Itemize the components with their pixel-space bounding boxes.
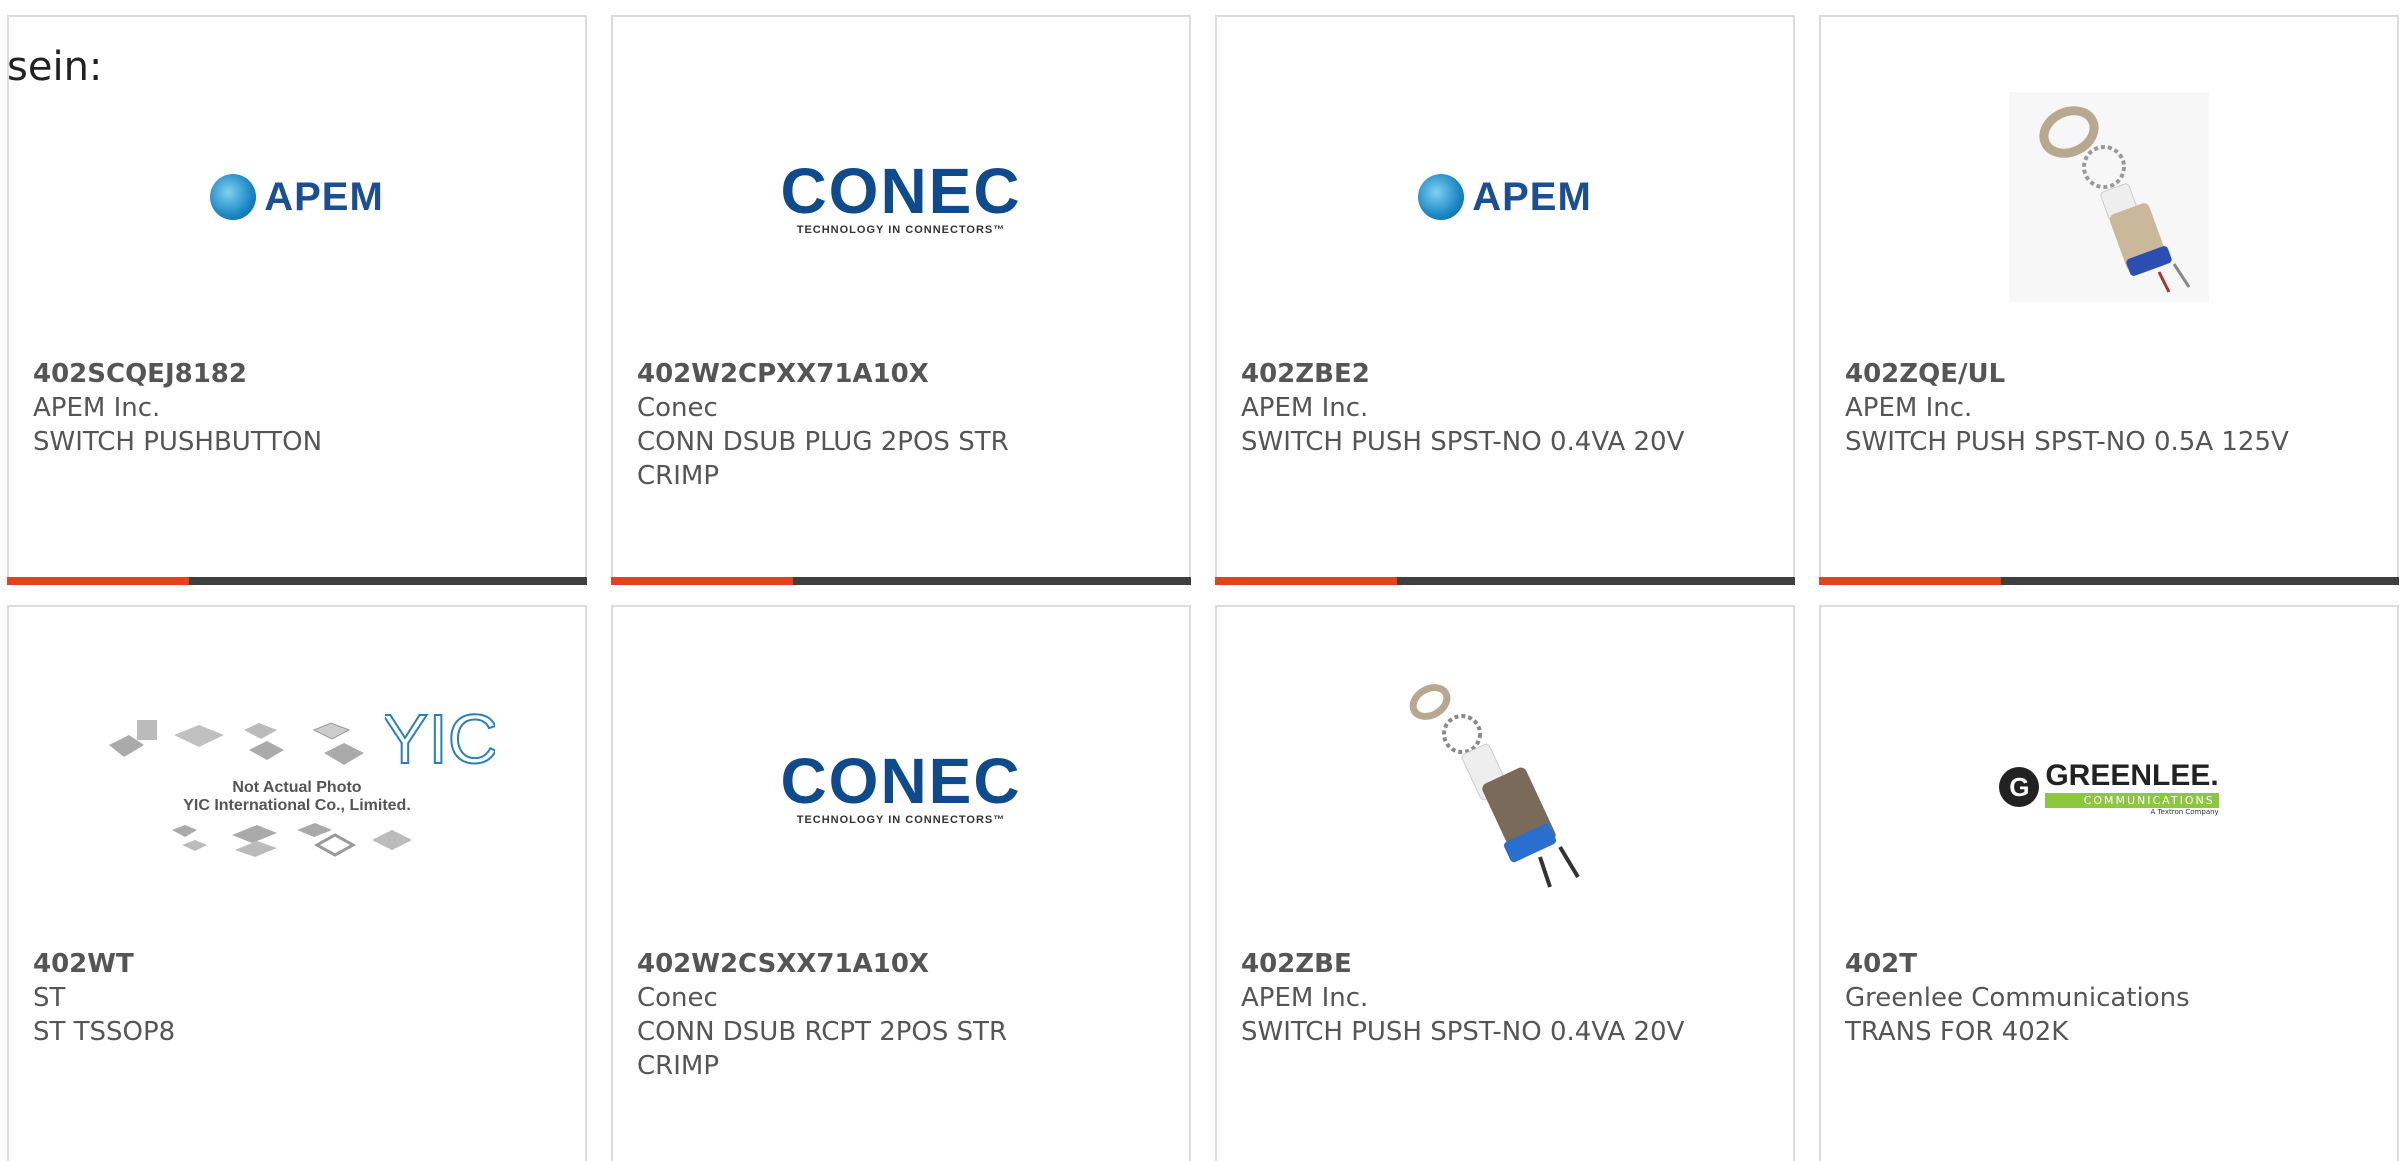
accent-bar	[7, 577, 189, 585]
product-info: 402W2CPXX71A10X Conec CONN DSUB PLUG 2PO…	[637, 357, 1165, 493]
greenlee-g-icon: G	[1999, 767, 2040, 807]
logo-subtext: COMMUNICATIONS	[2045, 792, 2219, 808]
product-card[interactable]: 402ZQE/UL APEM Inc. SWITCH PUSH SPST-NO …	[1819, 15, 2399, 585]
part-number[interactable]: 402ZBE2	[1241, 357, 1769, 391]
switch-photo	[2009, 92, 2209, 302]
manufacturer: APEM Inc.	[33, 393, 161, 423]
apem-logo-icon	[1418, 174, 1465, 220]
card-bottom-bar	[611, 577, 1191, 585]
product-image	[1821, 72, 2397, 322]
product-image: YIC Not Actual Photo YIC International C…	[9, 662, 585, 912]
product-grid: APEM 402SCQEJ8182 APEM Inc. SWITCH PUSHB…	[7, 15, 2399, 1161]
product-card[interactable]: G GREENLEE. COMMUNICATIONS A Textron Com…	[1819, 605, 2399, 1161]
product-info: 402WT ST ST TSSOP8	[33, 947, 561, 1049]
apem-logo: APEM	[210, 174, 384, 220]
manufacturer: APEM Inc.	[1845, 393, 1973, 423]
card-bottom-bar	[1215, 577, 1795, 585]
image-caption-1: Not Actual Photo	[232, 779, 362, 796]
logo-text: APEM	[1472, 174, 1592, 219]
description: CONN DSUB RCPT 2POS STR CRIMP	[637, 1017, 1008, 1081]
product-card[interactable]: CONEC TECHNOLOGY IN CONNECTORS™ 402W2CSX…	[611, 605, 1191, 1161]
description: CONN DSUB PLUG 2POS STR CRIMP	[637, 427, 1009, 491]
accent-bar	[611, 577, 793, 585]
logo-tagline: A Textron Company	[2150, 807, 2219, 816]
chip-icons-bottom	[172, 823, 412, 857]
switch-photo	[1409, 684, 1580, 888]
yic-logo: YIC	[380, 699, 499, 779]
product-image: APEM	[1217, 72, 1793, 322]
conec-logo: CONEC TECHNOLOGY IN CONNECTORS™	[780, 748, 1021, 826]
product-card[interactable]: YIC Not Actual Photo YIC International C…	[7, 605, 587, 1161]
description: ST TSSOP8	[33, 1017, 176, 1047]
part-number[interactable]: 402T	[1845, 947, 2373, 981]
accent-bar	[1215, 577, 1397, 585]
manufacturer: ST	[33, 983, 66, 1013]
logo-text: GREENLEE.	[2045, 758, 2219, 792]
product-info: 402ZBE2 APEM Inc. SWITCH PUSH SPST-NO 0.…	[1241, 357, 1769, 459]
product-image: CONEC TECHNOLOGY IN CONNECTORS™	[613, 72, 1189, 322]
description: SWITCH PUSH SPST-NO 0.5A 125V	[1845, 427, 2289, 457]
part-number[interactable]: 402WT	[33, 947, 561, 981]
manufacturer: Conec	[637, 393, 718, 423]
manufacturer: APEM Inc.	[1241, 983, 1369, 1013]
manufacturer: Greenlee Communications	[1845, 983, 2190, 1013]
conec-logo: CONEC TECHNOLOGY IN CONNECTORS™	[780, 158, 1021, 236]
logo-subtext: TECHNOLOGY IN CONNECTORS™	[796, 224, 1006, 236]
logo-subtext: TECHNOLOGY IN CONNECTORS™	[796, 814, 1006, 826]
product-image: CONEC TECHNOLOGY IN CONNECTORS™	[613, 662, 1189, 912]
accent-bar	[1819, 577, 2001, 585]
product-card[interactable]: APEM 402ZBE2 APEM Inc. SWITCH PUSH SPST-…	[1215, 15, 1795, 585]
apem-logo-icon	[210, 174, 257, 220]
card-bottom-bar	[7, 577, 587, 585]
part-number[interactable]: 402ZBE	[1241, 947, 1769, 981]
product-info: 402ZBE APEM Inc. SWITCH PUSH SPST-NO 0.4…	[1241, 947, 1769, 1049]
description: SWITCH PUSH SPST-NO 0.4VA 20V	[1241, 427, 1685, 457]
description: TRANS FOR 402K	[1845, 1017, 2069, 1047]
product-image	[1217, 662, 1793, 912]
description: SWITCH PUSHBUTTON	[33, 427, 323, 457]
part-number[interactable]: 402SCQEJ8182	[33, 357, 561, 391]
product-card[interactable]: CONEC TECHNOLOGY IN CONNECTORS™ 402W2CPX…	[611, 15, 1191, 585]
logo-text: APEM	[264, 174, 384, 219]
product-info: 402W2CSXX71A10X Conec CONN DSUB RCPT 2PO…	[637, 947, 1165, 1083]
description: SWITCH PUSH SPST-NO 0.4VA 20V	[1241, 1017, 1685, 1047]
logo-text: CONEC	[780, 745, 1022, 817]
part-number[interactable]: 402W2CSXX71A10X	[637, 947, 1165, 981]
product-image: G GREENLEE. COMMUNICATIONS A Textron Com…	[1821, 662, 2397, 912]
product-card[interactable]: APEM 402SCQEJ8182 APEM Inc. SWITCH PUSHB…	[7, 15, 587, 585]
logo-text: CONEC	[780, 155, 1022, 227]
part-number[interactable]: 402ZQE/UL	[1845, 357, 2373, 391]
chip-icons-top	[109, 720, 365, 765]
card-bottom-bar	[1819, 577, 2399, 585]
page: APEM 402SCQEJ8182 APEM Inc. SWITCH PUSHB…	[0, 0, 2400, 1161]
product-card[interactable]: 402ZBE APEM Inc. SWITCH PUSH SPST-NO 0.4…	[1215, 605, 1795, 1161]
product-image: APEM	[9, 72, 585, 322]
product-info: 402SCQEJ8182 APEM Inc. SWITCH PUSHBUTTON	[33, 357, 561, 459]
manufacturer: APEM Inc.	[1241, 393, 1369, 423]
manufacturer: Conec	[637, 983, 718, 1013]
product-info: 402ZQE/UL APEM Inc. SWITCH PUSH SPST-NO …	[1845, 357, 2373, 459]
svg-text:YIC: YIC	[385, 705, 495, 775]
apem-logo: APEM	[1418, 174, 1592, 220]
prefix-text: sein:	[7, 44, 103, 90]
product-info: 402T Greenlee Communications TRANS FOR 4…	[1845, 947, 2373, 1049]
yic-placeholder-image: YIC Not Actual Photo YIC International C…	[99, 699, 499, 869]
part-number[interactable]: 402W2CPXX71A10X	[637, 357, 1165, 391]
image-caption-2: YIC International Co., Limited.	[183, 797, 411, 814]
greenlee-logo: G GREENLEE. COMMUNICATIONS A Textron Com…	[1999, 758, 2219, 816]
